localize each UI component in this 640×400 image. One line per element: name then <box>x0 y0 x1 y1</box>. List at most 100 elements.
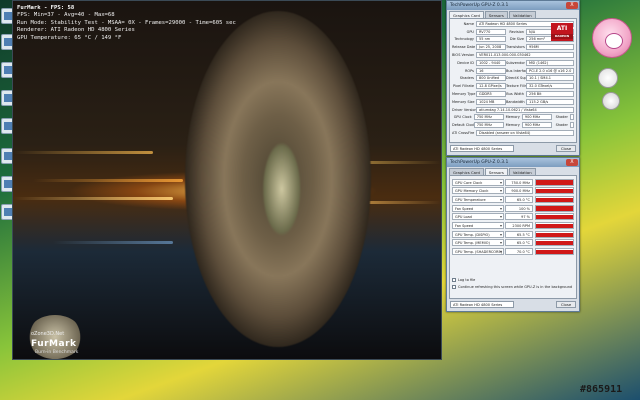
cat-gadget[interactable] <box>592 18 632 58</box>
sensor-value: 65.5 °C <box>505 230 533 238</box>
ati-logo-subtext: RADEON <box>551 34 573 39</box>
card-info-row: Release Date Jun 25, 2008 Transistors 956M <box>452 43 574 51</box>
close-icon[interactable]: X <box>566 2 578 9</box>
card-info-subvalue: 256 Bit <box>526 91 574 98</box>
close-icon[interactable]: X <box>566 159 578 166</box>
light-streak <box>13 197 173 200</box>
background-refresh-label: Continue refreshing this screen while GP… <box>458 285 573 290</box>
card-info-row: Pixel Fillrate12.8 GPixel/sTexture Fillr… <box>452 82 574 90</box>
card-info-sublabel: Die Size <box>509 37 524 42</box>
clock-gadget[interactable] <box>602 92 620 110</box>
sensor-name-dropdown[interactable]: GPU Temp. (SHADERCORE) <box>452 248 504 256</box>
sensor-row: GPU Memory Clock900.0 MHz <box>452 187 574 195</box>
furmark-window[interactable]: FurMark - FPS: 58 FPS: Min=37 - Avg=40 -… <box>12 0 442 360</box>
sensor-name-dropdown[interactable]: GPU Memory Clock <box>452 187 504 195</box>
sensor-value: 97 % <box>505 213 533 221</box>
card-info-subvalue <box>570 114 574 121</box>
sensor-graph <box>535 221 574 229</box>
sensor-name-dropdown[interactable]: GPU Temp. (DISPIO) <box>452 230 504 238</box>
background-refresh-option[interactable]: Continue refreshing this screen while GP… <box>452 284 574 290</box>
sensor-name-dropdown[interactable]: Fan Speed <box>452 204 504 212</box>
card-info-sublabel: Bus Interface <box>506 68 526 73</box>
sensor-graph-fill <box>536 180 573 185</box>
card-info-label: Memory Size <box>452 99 475 104</box>
sensor-name-dropdown[interactable]: GPU Core Clock <box>452 178 504 186</box>
gpuz-card-titlebar[interactable]: TechPowerUp GPU-Z 0.3.1 X <box>447 1 579 10</box>
sensor-name-dropdown[interactable]: GPU Load <box>452 213 504 221</box>
gpu-select-dropdown[interactable]: ATI Radeon HD 4800 Series <box>450 301 514 308</box>
gpuz-sensors-titlebar[interactable]: TechPowerUp GPU-Z 0.3.1 X <box>447 158 579 167</box>
osd-fps-stats: FPS: Min=37 - Avg=40 - Max=68 <box>17 12 115 19</box>
card-info-label: ATI CrossFire <box>452 131 475 136</box>
card-info-row: Shaders800 UnifiedDirectX Support10.1 / … <box>452 75 574 83</box>
log-to-file-option[interactable]: Log to file <box>452 277 574 283</box>
furmark-logo-site: oZone3D.Net <box>31 331 65 337</box>
card-info-sublabel: Revision <box>509 29 524 34</box>
tab-graphics-card[interactable]: Graphics Card <box>449 11 484 18</box>
sensor-row: GPU Temp. (SHADERCORE)70.0 °C <box>452 248 574 256</box>
tab-graphics-card[interactable]: Graphics Card <box>449 168 484 175</box>
sensor-graph <box>535 187 574 195</box>
tab-validation[interactable]: Validation <box>508 168 536 175</box>
card-info-value: Jun 25, 2008 <box>476 44 506 51</box>
card-info-label: Default Clock <box>452 123 474 128</box>
close-button[interactable]: Close <box>556 301 576 308</box>
sensor-name-dropdown[interactable]: GPU Temperature <box>452 195 504 203</box>
close-button[interactable]: Close <box>556 145 576 152</box>
osd-renderer: Renderer: ATI Radeon HD 4800 Series <box>17 27 135 34</box>
card-info-sublabel: Bandwidth <box>506 99 525 104</box>
sensor-graph <box>535 230 574 238</box>
card-info-value: Disabled (answer on Vista64) <box>476 130 574 137</box>
light-streak <box>13 151 153 154</box>
gpuz-sensors-tabs: Graphics Card Sensors Validation <box>447 167 579 175</box>
card-info-label: Release Date <box>452 45 476 50</box>
gpuz-sensors-window[interactable]: TechPowerUp GPU-Z 0.3.1 X Graphics Card … <box>446 157 580 312</box>
clock-gadget[interactable] <box>598 68 618 88</box>
card-info-sublabel: Bus Width <box>506 92 524 97</box>
card-info-value: 12.8 GPixel/s <box>476 83 506 90</box>
tab-validation[interactable]: Validation <box>508 11 536 18</box>
card-info-row: ATI CrossFire Disabled (answer on Vista64… <box>452 129 574 137</box>
gpuz-card-footer: ATI Radeon HD 4800 Series Close <box>447 143 579 154</box>
watermark: #865911 <box>580 384 623 395</box>
card-info-label: Pixel Fillrate <box>453 84 474 89</box>
card-info-value: 750 MHz <box>473 114 504 121</box>
card-info-label: GPU Clock <box>453 115 472 120</box>
background-refresh-checkbox[interactable] <box>452 285 456 290</box>
card-info-subvalue <box>570 122 574 129</box>
card-info-sublabel: Subvendor <box>506 60 525 65</box>
gpuz-card-window[interactable]: TechPowerUp GPU-Z 0.3.1 X Graphics Card … <box>446 0 580 156</box>
window-title: TechPowerUp GPU-Z 0.3.1 <box>450 160 509 165</box>
card-info-row: Device ID 1002 - 9440 Subvendor MSI (1462) <box>452 59 574 67</box>
furmark-logo-subtitle: Burn-in Benchmark <box>35 350 79 355</box>
sensor-value: 900.0 MHz <box>505 187 533 195</box>
sensor-graph-fill <box>536 214 573 220</box>
card-info-label: BIOS Version <box>452 53 475 58</box>
card-info-label: Device ID <box>457 60 474 65</box>
card-info-label: GPU <box>466 29 474 34</box>
tab-sensors[interactable]: Sensors <box>484 11 508 18</box>
sensor-graph <box>535 213 574 221</box>
sensor-row: GPU Load97 % <box>452 213 574 221</box>
card-info-subvalue: 32.0 GTexel/s <box>526 83 574 90</box>
card-info-value: 1002 - 9440 <box>476 59 506 66</box>
card-info-label: ROPs <box>464 68 474 73</box>
sensor-graph-fill <box>536 232 573 237</box>
osd-run-mode: Run Mode: Stability Test - MSAA= 0X - Fr… <box>17 19 236 26</box>
gpu-select-dropdown[interactable]: ATI Radeon HD 4800 Series <box>450 145 514 152</box>
sensor-row: Fan Speed2300 RPM <box>452 221 574 229</box>
tab-sensors[interactable]: Sensors <box>484 168 508 175</box>
sensor-row: Fan Speed100 % <box>452 204 574 212</box>
card-info-sublabel: Memory <box>505 123 520 128</box>
log-to-file-checkbox[interactable] <box>452 278 456 283</box>
sensor-graph <box>535 248 574 256</box>
sensor-name-dropdown[interactable]: Fan Speed <box>452 221 504 229</box>
sensor-row: GPU Core Clock750.0 MHz <box>452 178 574 186</box>
sensor-name-dropdown[interactable]: GPU Temp. (MEMIO) <box>452 239 504 247</box>
card-info-value: RV770 <box>476 28 506 35</box>
card-info-subvalue: PCI-E 2.0 x16 @ x16 2.0 <box>526 67 574 74</box>
sensor-graph <box>535 204 574 212</box>
card-info-row: Default Clock 750 MHz Memory 900 MHz Shader <box>452 121 574 129</box>
sensor-graph <box>535 195 574 203</box>
sensor-row: GPU Temp. (DISPIO)65.5 °C <box>452 230 574 238</box>
